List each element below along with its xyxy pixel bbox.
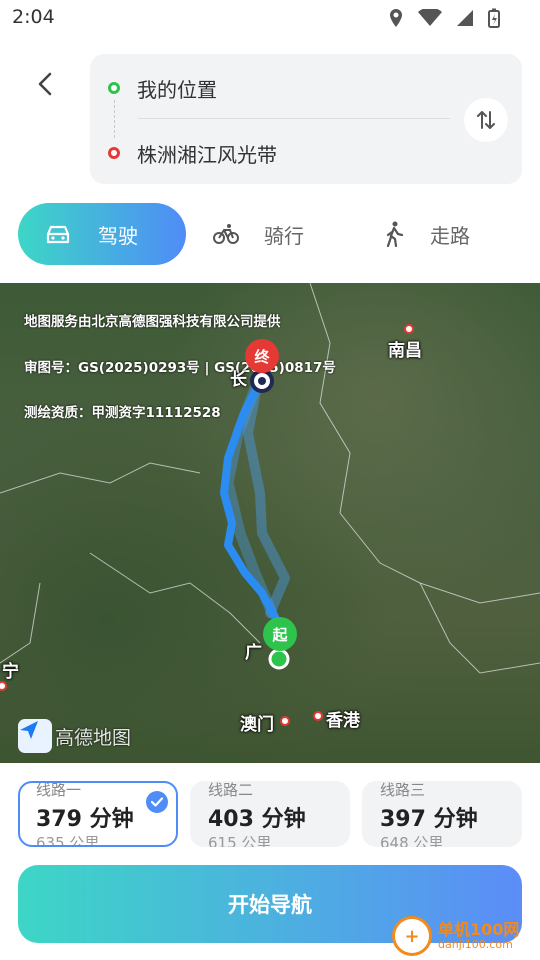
status-bar: 2:04 <box>0 0 540 36</box>
status-time: 2:04 <box>12 6 55 28</box>
watermark-url: danji100.com <box>438 937 513 951</box>
watermark-logo-icon: + <box>392 916 432 956</box>
amap-logo-icon <box>18 719 52 753</box>
tab-walk-label: 走路 <box>430 223 470 248</box>
route-option-distance: 615 公里 <box>208 834 272 847</box>
watermark-text: 单机100网 danji100.com <box>438 921 519 951</box>
walking-icon <box>386 221 404 247</box>
car-icon <box>46 225 70 244</box>
amap-logo: 高德地图 <box>18 719 131 753</box>
route-option-2[interactable]: 线路二 403 分钟 615 公里 <box>190 781 350 847</box>
origin-field[interactable]: 我的位置 <box>108 73 217 103</box>
route-option-time: 403 分钟 <box>208 807 306 832</box>
route-option-time: 397 分钟 <box>380 807 478 832</box>
route-connector <box>114 100 115 138</box>
location-icon <box>390 9 402 27</box>
swap-icon <box>477 111 495 129</box>
signal-icon <box>457 10 473 26</box>
wifi-icon <box>418 9 442 26</box>
route-option-distance: 635 公里 <box>36 834 100 847</box>
back-button[interactable] <box>30 68 62 100</box>
destination-dot <box>108 147 120 159</box>
city-label-hongkong: 香港 <box>326 711 360 731</box>
city-label-ning: 宁 <box>2 662 19 682</box>
bicycle-icon <box>213 224 239 244</box>
destination-pin[interactable]: 终 <box>245 339 279 373</box>
status-icons <box>388 8 500 28</box>
tab-drive[interactable]: 驾驶 <box>18 203 186 265</box>
watermark-title: 单机100网 <box>438 920 520 940</box>
route-option-3[interactable]: 线路三 397 分钟 648 公里 <box>362 781 522 847</box>
chevron-left-icon <box>38 72 52 96</box>
city-label-guang: 广 <box>245 643 262 663</box>
city-label-nanchang: 南昌 <box>388 341 422 361</box>
route-option-distance: 648 公里 <box>380 834 444 847</box>
tab-ride[interactable]: 骑行 <box>212 203 304 265</box>
city-label-macau: 澳门 <box>240 715 274 735</box>
map-notice-license: 测绘资质：甲测资字11112528 <box>24 405 221 421</box>
tab-drive-label: 驾驶 <box>98 223 138 248</box>
route-option-time: 379 分钟 <box>36 807 134 832</box>
route-option-name: 线路二 <box>208 781 254 799</box>
map-view[interactable]: 地图服务由北京高德图强科技有限公司提供 审图号：GS(2025)0293号 | … <box>0 283 540 763</box>
city-label-chang: 长 <box>230 370 247 390</box>
tab-ride-label: 骑行 <box>264 223 304 248</box>
map-notice-provider: 地图服务由北京高德图强科技有限公司提供 <box>24 314 281 330</box>
origin-dot <box>108 82 120 94</box>
map-notice-approval: 审图号：GS(2025)0293号 | GS(2025)0817号 <box>24 360 336 376</box>
origin-pin[interactable]: 起 <box>263 617 297 651</box>
swap-button[interactable] <box>464 98 508 142</box>
amap-logo-text: 高德地图 <box>55 726 132 749</box>
destination-field[interactable]: 株洲湘江风光带 <box>108 138 277 168</box>
route-option-name: 线路三 <box>380 781 426 799</box>
watermark: + 单机100网 danji100.com <box>392 916 519 956</box>
origin-text: 我的位置 <box>137 77 217 102</box>
battery-icon <box>488 8 500 28</box>
tab-walk[interactable]: 走路 <box>382 203 470 265</box>
check-icon <box>146 791 168 813</box>
destination-text: 株洲湘江风光带 <box>137 142 277 167</box>
route-option-1[interactable]: 线路一 379 分钟 635 公里 <box>18 781 178 847</box>
route-option-name: 线路一 <box>36 781 82 799</box>
route-divider <box>138 118 450 119</box>
